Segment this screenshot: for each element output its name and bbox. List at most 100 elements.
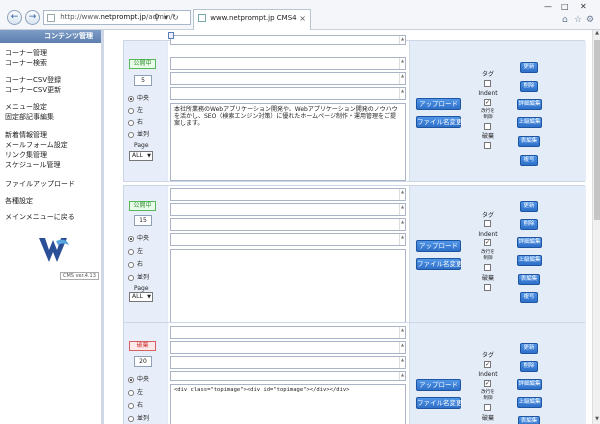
sidebar-link-file-upload[interactable]: ファイルアップロード [5, 179, 75, 189]
tag-checkbox[interactable]: ✓ [484, 361, 491, 368]
copy-button[interactable]: 複写 [520, 292, 538, 303]
page-select[interactable]: ALL ▼ [129, 151, 153, 161]
sidebar-link-fixed-article[interactable]: 固定部記事編集 [5, 112, 54, 122]
close-tab-icon[interactable]: × [299, 14, 306, 23]
content-field-1[interactable]: ▲ [170, 326, 406, 339]
page-scrollbar[interactable]: ▲ ▼ [592, 30, 600, 424]
align-radio-left[interactable]: 左 [128, 387, 143, 396]
align-radio-right[interactable]: 右 [128, 259, 143, 268]
discard-checkbox[interactable] [484, 142, 491, 149]
content-textarea[interactable] [170, 249, 406, 333]
align-radio-center[interactable]: 中央 [128, 233, 149, 242]
content-field-1[interactable]: ▲ [170, 57, 406, 70]
align-radio-parallel[interactable]: 並列 [128, 272, 149, 281]
sidebar-link-corner-csv-update[interactable]: コーナーCSV更新 [5, 85, 61, 95]
content-field-1[interactable]: ▲ [170, 188, 406, 201]
order-input[interactable]: 5 [134, 75, 152, 86]
search-icon[interactable]: ⚲ [154, 11, 160, 24]
content-textarea[interactable]: 本社所業務のWebアプリケーション開発や、Webアプリケーション開発のノウハウを… [170, 103, 406, 181]
content-field-top[interactable]: ▲ [170, 35, 406, 45]
settings-gear-icon[interactable]: ⚙ [586, 15, 594, 25]
align-radio-center[interactable]: 中央 [128, 93, 149, 102]
file-rename-button[interactable]: ファイル名変更 [416, 258, 463, 270]
update-button[interactable]: 更新 [520, 62, 538, 73]
autobreak-checkbox[interactable] [484, 404, 491, 411]
discard-checkbox[interactable] [484, 284, 491, 291]
detail-edit-button[interactable]: 詳細編集 [517, 237, 542, 248]
back-icon[interactable]: ← [7, 10, 22, 25]
align-radio-parallel[interactable]: 並列 [128, 129, 149, 138]
favorites-icon[interactable]: ☆ [574, 15, 582, 25]
update-button[interactable]: 更新 [520, 201, 538, 212]
table-edit-button[interactable]: 表編集 [518, 136, 540, 147]
advanced-edit-button[interactable]: 上級編集 [517, 255, 542, 266]
sidebar-link-settings[interactable]: 各種設定 [5, 196, 33, 206]
table-edit-button[interactable]: 表編集 [518, 274, 540, 285]
content-field-2[interactable]: ▲ [170, 72, 406, 85]
dropdown-icon[interactable]: ▾ [164, 11, 168, 24]
align-radio-left[interactable]: 左 [128, 105, 143, 114]
upload-button[interactable]: アップロード [416, 379, 461, 391]
advanced-edit-button[interactable]: 上級編集 [517, 117, 542, 128]
scroll-up-icon[interactable]: ▲ [593, 30, 600, 38]
content-field-4[interactable]: ▲ [170, 371, 406, 381]
indent-checkbox[interactable]: ✓ [484, 99, 491, 106]
file-rename-button[interactable]: ファイル名変更 [416, 116, 463, 128]
content-field-4[interactable]: ▲ [170, 233, 406, 246]
scroll-thumb[interactable] [594, 40, 600, 220]
home-icon[interactable]: ⌂ [562, 15, 568, 25]
scroll-down-icon[interactable]: ▼ [593, 416, 600, 424]
content-field-3[interactable]: ▲ [170, 87, 406, 100]
detail-edit-button[interactable]: 詳細編集 [517, 99, 542, 110]
advanced-edit-button[interactable]: 上級編集 [517, 397, 542, 408]
align-radio-right[interactable]: 右 [128, 400, 143, 409]
sidebar-link-corner-search[interactable]: コーナー検索 [5, 58, 47, 68]
autobreak-checkbox[interactable] [484, 123, 491, 130]
sidebar-link-mailform[interactable]: メールフォーム設定 [5, 140, 68, 150]
page-label: Page [134, 142, 149, 149]
autobreak-checkbox[interactable] [484, 264, 491, 271]
upload-button[interactable]: アップロード [416, 98, 461, 110]
align-radio-left[interactable]: 左 [128, 246, 143, 255]
sidebar-link-corner-manage[interactable]: コーナー管理 [5, 48, 47, 58]
tag-checkbox[interactable] [484, 80, 491, 87]
minimize-icon[interactable]: — [544, 2, 552, 11]
align-radio-right[interactable]: 右 [128, 117, 143, 126]
order-input[interactable]: 15 [134, 215, 152, 226]
detail-edit-button[interactable]: 詳細編集 [517, 379, 542, 390]
tag-checkbox[interactable] [484, 220, 491, 227]
table-edit-button[interactable]: 表編集 [518, 416, 540, 424]
align-radio-parallel[interactable]: 並列 [128, 413, 149, 422]
file-rename-button[interactable]: ファイル名変更 [416, 397, 463, 409]
indent-checkbox[interactable]: ✓ [484, 239, 491, 246]
indent-checkbox[interactable]: ✓ [484, 380, 491, 387]
order-input[interactable]: 20 [134, 356, 152, 367]
align-radio-center[interactable]: 中央 [128, 374, 149, 383]
sidebar-link-links[interactable]: リンク集管理 [5, 150, 47, 160]
forward-icon[interactable]: → [25, 10, 40, 25]
block-content-column: ▲ ▲ ▲ ▲ [168, 186, 409, 334]
content-field-2[interactable]: ▲ [170, 203, 406, 216]
close-window-icon[interactable]: ✕ [580, 2, 587, 11]
sidebar-link-schedule[interactable]: スケジュール管理 [5, 160, 61, 170]
address-bar[interactable]: http://www.netprompt.jp/admin/ ⚲ ▾ ↻ [43, 10, 191, 25]
delete-button[interactable]: 削除 [520, 219, 538, 230]
sidebar-link-main-menu[interactable]: メインメニューに戻る [5, 212, 75, 222]
content-field-3[interactable]: ▲ [170, 218, 406, 231]
sidebar-link-menu-settings[interactable]: メニュー設定 [5, 102, 47, 112]
delete-button[interactable]: 削除 [520, 361, 538, 372]
content-textarea[interactable]: <div class="topimage"><div id="topimage"… [170, 384, 406, 424]
update-button[interactable]: 更新 [520, 343, 538, 354]
maximize-icon[interactable]: □ [561, 2, 569, 11]
content-field-2[interactable]: ▲ [170, 341, 406, 354]
page-select[interactable]: ALL ▼ [129, 292, 153, 302]
sidebar-link-corner-csv-register[interactable]: コーナーCSV登録 [5, 75, 61, 85]
upload-button[interactable]: アップロード [416, 240, 461, 252]
sidebar-link-news[interactable]: 新着情報管理 [5, 130, 47, 140]
delete-button[interactable]: 削除 [520, 81, 538, 92]
block-content-column: ▲ ▲ ▲ ▲ <div class="topimage"><div id="t… [168, 323, 409, 424]
copy-button[interactable]: 複写 [520, 155, 538, 166]
content-field-3[interactable]: ▲ [170, 356, 406, 369]
refresh-icon[interactable]: ↻ [172, 11, 179, 24]
browser-tab[interactable]: www.netprompt.jp CMS4 × [193, 9, 311, 30]
